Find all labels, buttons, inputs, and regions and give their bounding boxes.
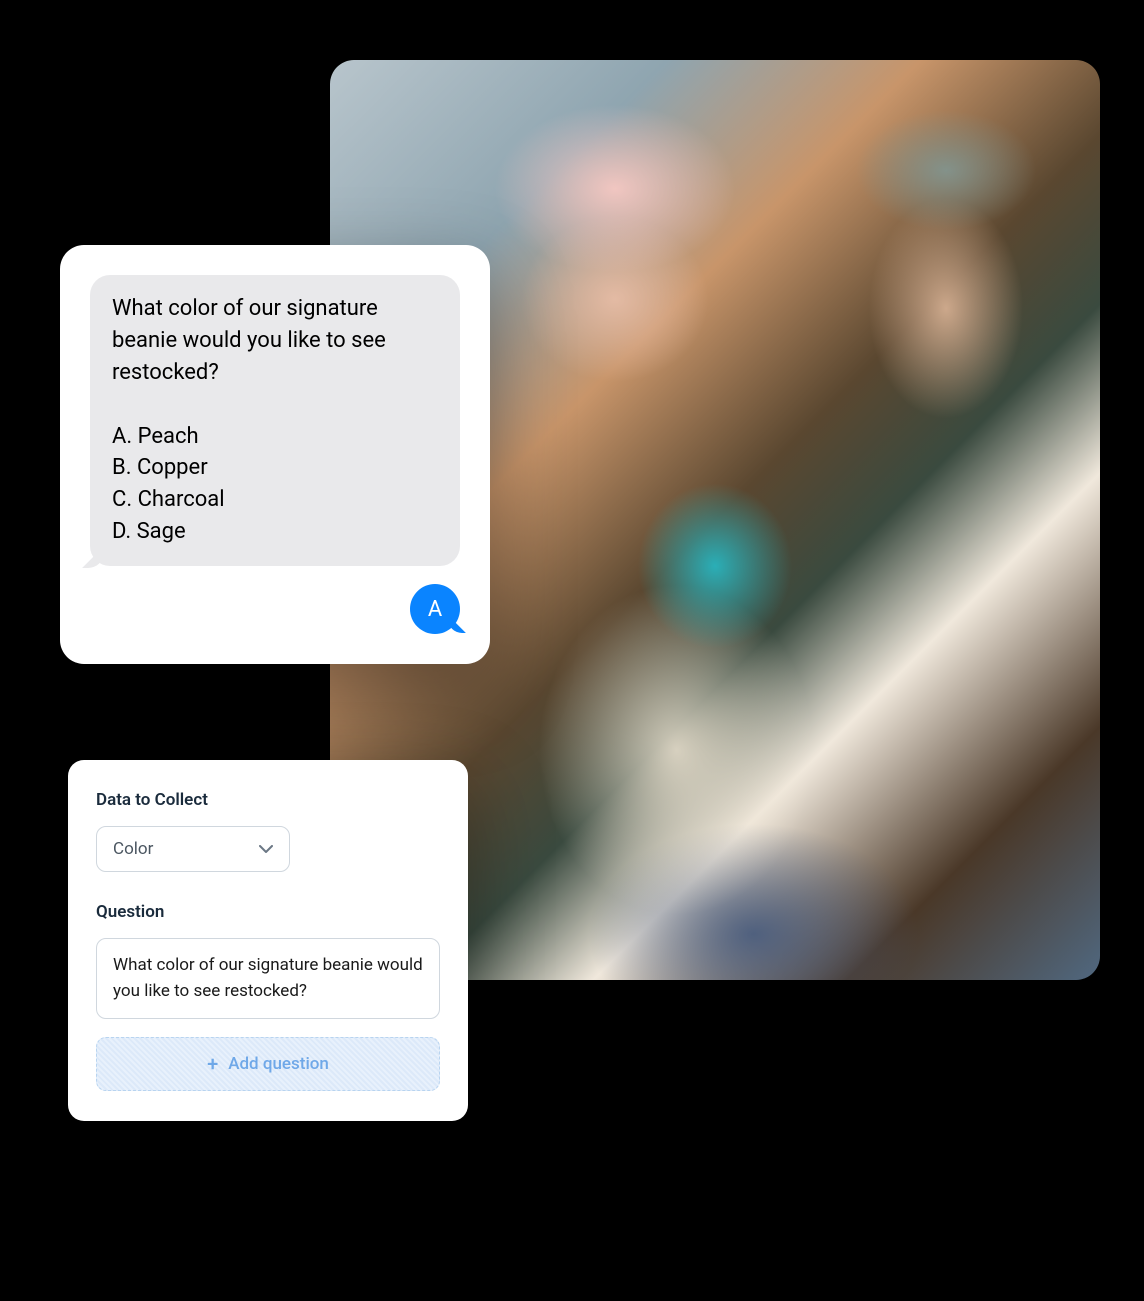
chat-preview-card: What color of our signature beanie would… <box>60 245 490 664</box>
chat-bubble-incoming: What color of our signature beanie would… <box>90 275 460 566</box>
add-question-label: Add question <box>228 1054 329 1074</box>
question-label: Question <box>96 902 440 922</box>
data-to-collect-label: Data to Collect <box>96 790 440 810</box>
plus-icon: + <box>207 1054 218 1074</box>
question-input[interactable]: What color of our signature beanie would… <box>96 938 440 1019</box>
chevron-down-icon <box>259 842 273 856</box>
question-builder-card: Data to Collect Color Question What colo… <box>68 760 468 1121</box>
add-question-button[interactable]: + Add question <box>96 1037 440 1091</box>
select-value: Color <box>113 839 153 859</box>
chat-bubble-outgoing: A <box>410 584 460 634</box>
data-to-collect-select[interactable]: Color <box>96 826 290 872</box>
